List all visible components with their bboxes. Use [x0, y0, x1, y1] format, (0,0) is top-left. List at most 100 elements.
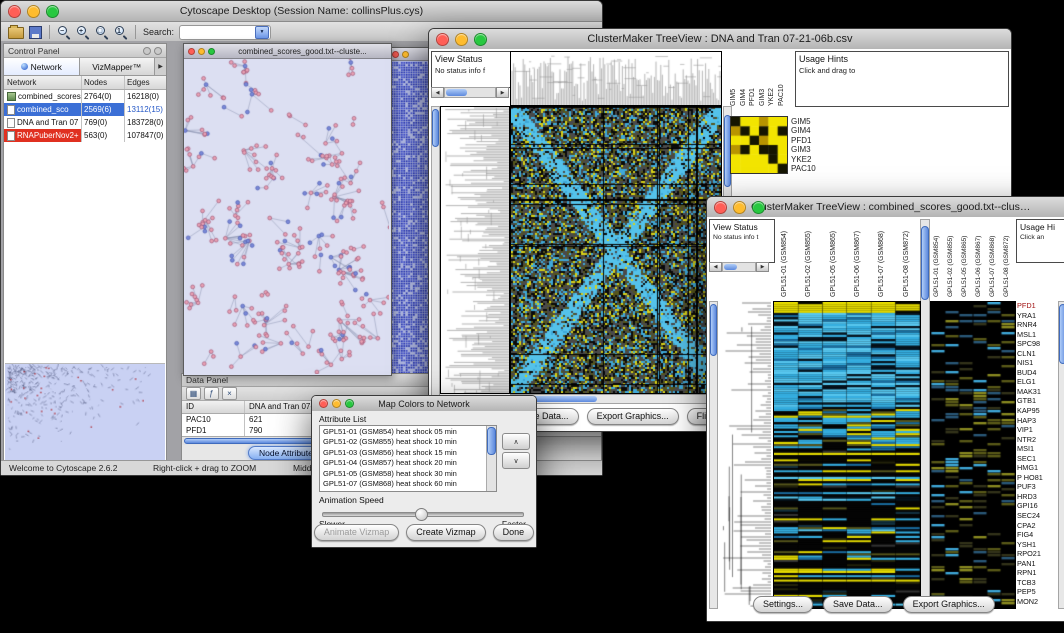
close-icon[interactable]: [714, 201, 727, 214]
array-column-label[interactable]: GPL51-08 (GSM872): [1000, 219, 1014, 297]
close-icon[interactable]: [319, 399, 328, 408]
treeview-dna-titlebar[interactable]: ClusterMaker TreeView : DNA and Tran 07-…: [429, 29, 1011, 50]
gene-label[interactable]: HRD3: [1017, 492, 1055, 502]
gene-label[interactable]: MSI1: [1017, 444, 1055, 454]
dialog-titlebar[interactable]: Map Colors to Network: [312, 396, 536, 412]
animation-speed-slider[interactable]: [322, 512, 524, 517]
array-column-label[interactable]: GPL51-05 (GSM865): [822, 219, 846, 297]
treeview-combined-titlebar[interactable]: ClusterMaker TreeView : combined_scores_…: [707, 197, 1064, 218]
gene-label[interactable]: MSL1: [1017, 330, 1055, 340]
scrollbar-track[interactable]: [722, 262, 756, 272]
minimize-icon[interactable]: [455, 33, 468, 46]
scrollbar-thumb[interactable]: [710, 304, 717, 356]
float-panel-icon[interactable]: [143, 47, 151, 55]
network-graph-canvas[interactable]: [184, 59, 389, 374]
minimize-icon[interactable]: [733, 201, 746, 214]
minimize-icon[interactable]: [332, 399, 341, 408]
tab-vizmapper[interactable]: VizMapper™: [80, 58, 156, 75]
center-vscrollbar[interactable]: [920, 219, 930, 605]
gene-label[interactable]: BUD4: [1017, 368, 1055, 378]
scrollbar-thumb[interactable]: [921, 226, 929, 300]
gene-label[interactable]: YSH1: [1017, 540, 1055, 550]
array-column-label[interactable]: GPL51-08 (GSM872): [895, 219, 919, 297]
treeview-button[interactable]: Settings...: [753, 596, 813, 613]
right-vscrollbar[interactable]: [1058, 301, 1064, 609]
tab-network[interactable]: Network: [4, 58, 80, 75]
gene-label[interactable]: HAP3: [1017, 416, 1055, 426]
zoom-window-icon[interactable]: [474, 33, 487, 46]
scroll-right-icon[interactable]: ▶: [496, 87, 509, 98]
gene-column-label[interactable]: YKE2: [767, 51, 777, 106]
row-dendrogram[interactable]: [440, 106, 510, 394]
gene-row-label[interactable]: PFD1: [791, 136, 816, 145]
scrollbar-thumb[interactable]: [446, 89, 467, 96]
function-builder-icon[interactable]: ƒ: [204, 387, 219, 400]
scroll-left-icon[interactable]: ◀: [431, 87, 444, 98]
gene-row-label[interactable]: GIM4: [791, 126, 816, 135]
network-list-item[interactable]: DNA and Tran 07 769(0) 183728(0): [4, 116, 166, 129]
attribute-item[interactable]: GPL51-05 (GSM858) heat shock 30 min: [320, 469, 486, 479]
attribute-item[interactable]: GPL51-03 (GSM856) heat shock 15 min: [320, 448, 486, 458]
dendrogram-hscrollbar[interactable]: ◀ ▶: [431, 87, 509, 98]
gene-label[interactable]: YRA1: [1017, 311, 1055, 321]
zoom-window-icon[interactable]: [752, 201, 765, 214]
scrollbar-thumb[interactable]: [724, 264, 737, 270]
move-up-button[interactable]: ∧: [502, 433, 530, 450]
treeview-button[interactable]: Export Graphics...: [903, 596, 995, 613]
gene-label[interactable]: HMG1: [1017, 463, 1055, 473]
network-list-item[interactable]: combined_scores 2764(0) 16218(0): [4, 90, 166, 103]
attribute-item[interactable]: GPL51-04 (GSM857) heat shock 20 min: [320, 458, 486, 468]
scrollbar-thumb[interactable]: [487, 427, 496, 455]
network-overview-thumbnail[interactable]: [5, 363, 165, 461]
heatmap-hscrollbar[interactable]: [510, 394, 724, 404]
expression-heatmap[interactable]: [773, 301, 921, 609]
col-network[interactable]: Network: [4, 76, 82, 89]
open-file-icon[interactable]: [8, 27, 24, 39]
gene-label[interactable]: NTR2: [1017, 435, 1055, 445]
gene-label[interactable]: VIP1: [1017, 425, 1055, 435]
attribute-item[interactable]: GPL51-01 (GSM854) heat shock 05 min: [320, 427, 486, 437]
scrollbar-thumb[interactable]: [1059, 304, 1064, 364]
done-button[interactable]: Done: [493, 524, 535, 541]
list-vscrollbar[interactable]: [486, 426, 496, 491]
col-edges[interactable]: Edges: [125, 76, 166, 89]
gene-label[interactable]: ELG1: [1017, 377, 1055, 387]
heatmap-canvas[interactable]: [510, 106, 722, 394]
selected-genes-matrix[interactable]: [730, 116, 788, 174]
gene-column-label[interactable]: PAC10: [777, 51, 787, 106]
secondary-heatmap[interactable]: [930, 301, 1016, 609]
gene-label[interactable]: TCB3: [1017, 578, 1055, 588]
scrollbar-track[interactable]: [444, 87, 496, 98]
dendrogram-hscrollbar[interactable]: ◀ ▶: [709, 262, 769, 272]
zoom-window-icon[interactable]: [345, 399, 354, 408]
main-titlebar[interactable]: Cytoscape Desktop (Session Name: collins…: [1, 1, 602, 22]
treeview-button[interactable]: Export Graphics...: [587, 408, 679, 425]
gene-label[interactable]: P HO81: [1017, 473, 1055, 483]
gene-label[interactable]: NIS1: [1017, 358, 1055, 368]
row-dendrogram[interactable]: [718, 301, 771, 607]
gene-label[interactable]: PAN1: [1017, 559, 1055, 569]
treeview-button[interactable]: Save Data...: [823, 596, 893, 613]
network-list-item-selected[interactable]: combined_sco 2569(6) 13112(15): [4, 103, 166, 116]
minimize-icon[interactable]: [198, 48, 205, 55]
search-dropdown-icon[interactable]: ▼: [255, 26, 269, 39]
move-down-button[interactable]: ∨: [502, 452, 530, 469]
array-column-label[interactable]: GPL51-06 (GSM867): [972, 219, 986, 297]
gene-label[interactable]: CLN1: [1017, 349, 1055, 359]
close-icon[interactable]: [392, 51, 399, 58]
scroll-right-icon[interactable]: ▶: [756, 262, 769, 272]
array-column-label[interactable]: GPL51-01 (GSM854): [930, 219, 944, 297]
gene-label[interactable]: RNR4: [1017, 320, 1055, 330]
zoom-in-icon[interactable]: +: [76, 25, 90, 39]
gene-label[interactable]: FIG4: [1017, 530, 1055, 540]
gene-row-label[interactable]: GIM3: [791, 145, 816, 154]
gene-row-label[interactable]: YKE2: [791, 155, 816, 164]
gene-label[interactable]: CPA2: [1017, 521, 1055, 531]
scroll-left-icon[interactable]: ◀: [709, 262, 722, 272]
gene-column-label[interactable]: PFD1: [748, 51, 758, 106]
column-dendrogram[interactable]: [510, 51, 722, 106]
gene-label[interactable]: MAK31: [1017, 387, 1055, 397]
scrollbar-thumb[interactable]: [432, 109, 439, 147]
slider-thumb[interactable]: [415, 508, 428, 521]
col-nodes[interactable]: Nodes: [82, 76, 125, 89]
